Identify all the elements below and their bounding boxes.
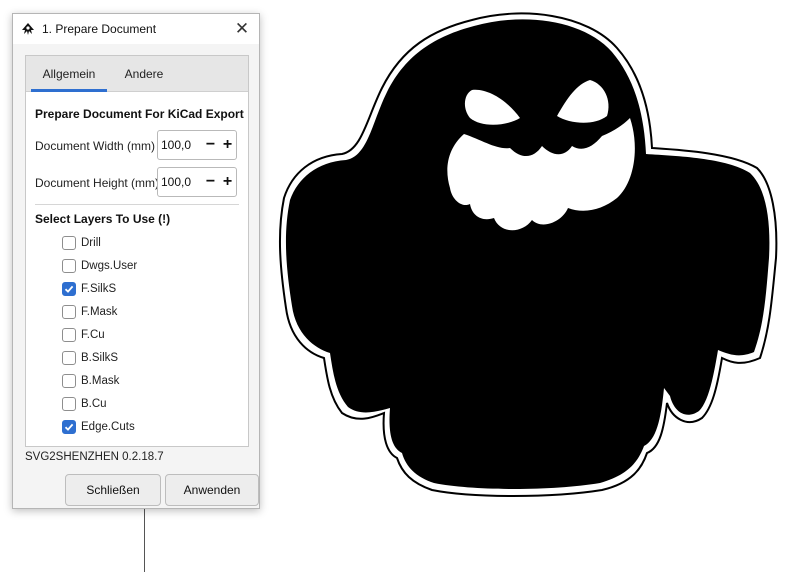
- section-layers-title: Select Layers To Use (!): [35, 212, 171, 226]
- document-width-spinbox[interactable]: 100,0 − +: [157, 130, 237, 160]
- checkbox[interactable]: [62, 259, 76, 273]
- layer-checkbox-drill[interactable]: Drill: [62, 234, 101, 252]
- checkbox[interactable]: [62, 328, 76, 342]
- checkbox[interactable]: [62, 374, 76, 388]
- checkbox[interactable]: [62, 305, 76, 319]
- document-height-spinbox[interactable]: 100,0 − +: [157, 167, 237, 197]
- layer-checkbox-f-mask[interactable]: F.Mask: [62, 303, 117, 321]
- checkbox[interactable]: [62, 236, 76, 250]
- width-minus-button[interactable]: −: [202, 131, 219, 159]
- tab-allgemein-label: Allgemein: [42, 67, 96, 81]
- checkbox[interactable]: [62, 351, 76, 365]
- active-tab-indicator: [31, 89, 107, 92]
- layer-label: B.Cu: [81, 398, 107, 410]
- dialog-titlebar[interactable]: 1. Prepare Document ✕: [13, 14, 259, 44]
- section-export-title: Prepare Document For KiCad Export: [35, 107, 244, 121]
- layer-label: F.Mask: [81, 306, 118, 318]
- layer-checkbox-b-silks[interactable]: B.SilkS: [62, 349, 118, 367]
- prepare-document-dialog: 1. Prepare Document ✕ Allgemein Andere P…: [12, 13, 260, 509]
- ghost-drawing[interactable]: [272, 8, 784, 500]
- document-height-value[interactable]: 100,0: [158, 175, 202, 189]
- apply-button[interactable]: Anwenden: [165, 474, 259, 506]
- height-plus-button[interactable]: +: [219, 168, 236, 196]
- layer-checkbox-b-mask[interactable]: B.Mask: [62, 372, 119, 390]
- inkscape-icon: [22, 23, 34, 35]
- layer-label: Dwgs.User: [81, 260, 138, 272]
- layer-checkbox-f-cu[interactable]: F.Cu: [62, 326, 105, 344]
- checkbox[interactable]: [62, 282, 76, 296]
- layer-label: B.Mask: [81, 375, 120, 387]
- document-width-label: Document Width (mm): [35, 139, 156, 153]
- settings-panel: Allgemein Andere Prepare Document For Ki…: [25, 55, 249, 447]
- document-height-label: Document Height (mm): [35, 176, 160, 190]
- layer-checkbox-edge-cuts[interactable]: Edge.Cuts: [62, 418, 135, 436]
- layer-label: Edge.Cuts: [81, 421, 135, 433]
- dialog-title: 1. Prepare Document: [42, 22, 157, 36]
- layer-label: Drill: [81, 237, 101, 249]
- layer-label: F.SilkS: [81, 283, 117, 295]
- layer-label: F.Cu: [81, 329, 105, 341]
- height-minus-button[interactable]: −: [202, 168, 219, 196]
- document-width-value[interactable]: 100,0: [158, 138, 202, 152]
- checkbox[interactable]: [62, 420, 76, 434]
- checkbox[interactable]: [62, 397, 76, 411]
- version-label: SVG2SHENZHEN 0.2.18.7: [25, 451, 164, 463]
- layer-checkbox-dwgs-user[interactable]: Dwgs.User: [62, 257, 137, 275]
- tab-allgemein[interactable]: Allgemein: [31, 56, 107, 92]
- close-button[interactable]: Schließen: [65, 474, 161, 506]
- guide-line: [144, 505, 145, 572]
- width-plus-button[interactable]: +: [219, 131, 236, 159]
- drawing-canvas[interactable]: 1. Prepare Document ✕ Allgemein Andere P…: [0, 0, 800, 572]
- layer-checkbox-b-cu[interactable]: B.Cu: [62, 395, 107, 413]
- section-divider: [35, 204, 239, 205]
- tab-bar: Allgemein Andere: [26, 56, 248, 92]
- tab-andere-label: Andere: [124, 67, 164, 81]
- layer-checkbox-f-silks[interactable]: F.SilkS: [62, 280, 116, 298]
- close-icon[interactable]: ✕: [231, 18, 253, 40]
- tab-andere[interactable]: Andere: [118, 56, 170, 92]
- layer-label: B.SilkS: [81, 352, 119, 364]
